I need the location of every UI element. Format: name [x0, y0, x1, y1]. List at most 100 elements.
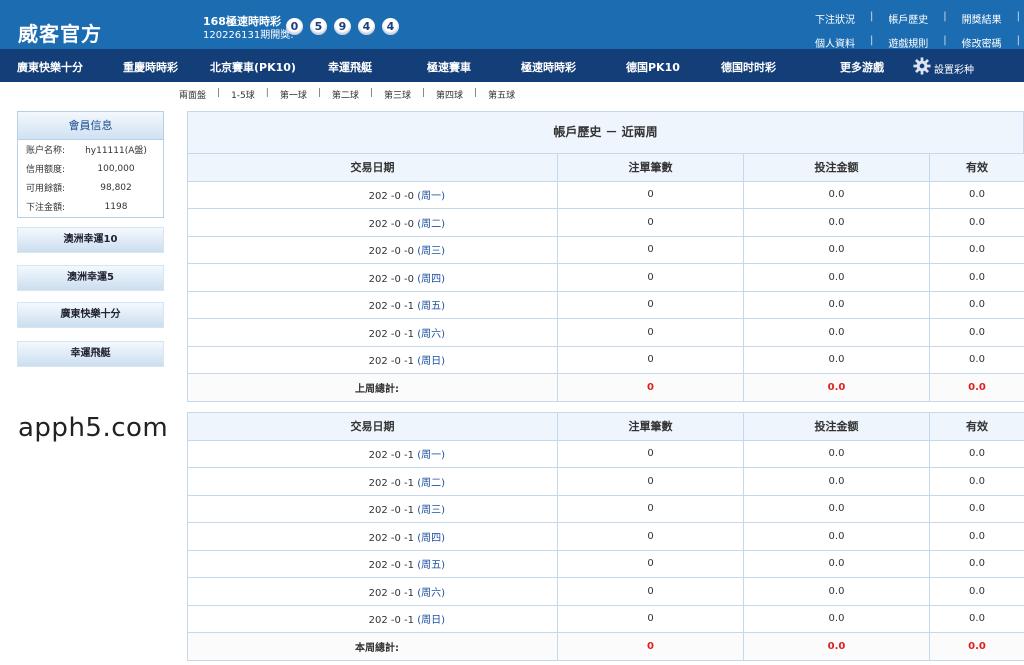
side-button-gd-klsf[interactable]: 廣東快樂十分 [17, 302, 164, 328]
table-row: 202 -0 -1 (周一) 0 0.0 0.0 [187, 439, 1024, 468]
row-count: 0 [557, 494, 744, 523]
nav-item-gd-klsf[interactable]: 廣東快樂十分 [17, 59, 83, 75]
row-count: 0 [557, 439, 744, 468]
tab-1-5-balls[interactable]: 1-5球 [227, 88, 259, 101]
nav-item-xyft[interactable]: 幸運飛艇 [328, 59, 372, 75]
row-weekday-link[interactable]: (周五) [417, 560, 445, 571]
table-row: 202 -0 -1 (周四) 0 0.0 0.0 [187, 522, 1024, 551]
link-draw-results[interactable]: 開獎結果 [962, 11, 1002, 26]
row-valid: 0.0 [929, 263, 1024, 292]
row-weekday-link[interactable]: (周二) [417, 478, 445, 489]
nav-item-more-games[interactable]: 更多游戲 [840, 59, 884, 75]
tab-ball-5[interactable]: 第五球 [484, 88, 519, 101]
row-weekday-link[interactable]: (周六) [417, 329, 445, 340]
row-amount: 0.0 [743, 180, 930, 209]
side-button-xyft[interactable]: 幸運飛艇 [17, 341, 164, 367]
available-balance-value: 98,802 [100, 182, 132, 193]
total-row-this-week: 本周總計: 0 0.0 0.0 [187, 632, 1024, 661]
gear-icon[interactable] [913, 57, 931, 75]
row-weekday-link[interactable]: (周三) [417, 246, 445, 257]
row-weekday-link[interactable]: (周一) [417, 191, 445, 202]
row-count: 0 [557, 522, 744, 551]
row-weekday-link[interactable]: (周四) [417, 533, 445, 544]
row-valid: 0.0 [929, 290, 1024, 319]
row-weekday-link[interactable]: (周五) [417, 301, 445, 312]
account-name-label: 账户名称: [26, 146, 66, 156]
col-header-amount: 投注金额 [743, 153, 930, 182]
side-button-au-lucky5[interactable]: 澳洲幸運5 [17, 265, 164, 291]
row-count: 0 [557, 208, 744, 237]
link-account-history[interactable]: 帳戶歷史 [888, 11, 928, 26]
tab-ball-3[interactable]: 第三球 [380, 88, 415, 101]
member-info-list: 账户名称: hy11111(A盤) 信用额度: 100,000 可用餘額: 98,80… [18, 140, 163, 216]
result-ball: 4 [358, 18, 375, 35]
result-ball: 5 [310, 18, 327, 35]
link-change-password[interactable]: 修改密碼 [962, 35, 1002, 50]
draw-number: 120226131期開獎: [203, 30, 294, 41]
total-valid: 0.0 [929, 632, 1024, 661]
tab-ball-1[interactable]: 第一球 [276, 88, 311, 101]
table-row: 202 -0 -1 (周六) 0 0.0 0.0 [187, 318, 1024, 347]
row-weekday-link[interactable]: (周日) [417, 615, 445, 626]
result-ball: 0 [286, 18, 303, 35]
lottery-nav: 廣東快樂十分 重慶時時彩 北京賽車(PK10) 幸運飛艇 極速賽車 極速時時彩 … [0, 49, 1024, 82]
row-weekday-link[interactable]: (周日) [417, 356, 445, 367]
credit-limit-label: 信用额度: [26, 165, 66, 175]
nav-item-de-pk10[interactable]: 德国PK10 [626, 59, 680, 75]
table-row: 202 -0 -1 (周五) 0 0.0 0.0 [187, 549, 1024, 578]
col-header-date: 交易日期 [187, 153, 558, 182]
nav-item-jisu-ssc[interactable]: 極速時時彩 [521, 59, 576, 75]
row-date: 202 -0 -0 [368, 273, 414, 285]
table-row: 202 -0 -1 (周日) 0 0.0 0.0 [187, 604, 1024, 633]
row-count: 0 [557, 604, 744, 633]
row-valid: 0.0 [929, 522, 1024, 551]
separator: | [869, 35, 874, 46]
tab-ball-2[interactable]: 第二球 [328, 88, 363, 101]
row-date: 202 -0 -1 [368, 505, 414, 517]
tab-ball-4[interactable]: 第四球 [432, 88, 467, 101]
row-valid: 0.0 [929, 439, 1024, 468]
row-valid: 0.0 [929, 604, 1024, 633]
account-history-panel-last-week: 帳戶歷史 － 近兩周 交易日期 注單筆數 投注金额 有效 202 -0 -0 (… [187, 111, 1024, 402]
site-logo[interactable]: 威客官方 [18, 18, 102, 47]
history-table: 交易日期 注單筆數 投注金额 有效 202 -0 -0 (周一) 0 0.0 0.0 … [187, 153, 1024, 402]
member-info-box: 會員信息 账户名称: hy11111(A盤) 信用额度: 100,000 可用餘額:… [17, 111, 164, 218]
col-header-amount: 投注金额 [743, 412, 930, 441]
nav-item-bj-pk10[interactable]: 北京賽車(PK10) [210, 59, 296, 75]
side-button-au-lucky10[interactable]: 澳洲幸運10 [17, 227, 164, 253]
nav-item-de-ssc[interactable]: 德国时时彩 [721, 59, 776, 75]
separator: | [943, 35, 947, 46]
row-weekday-link[interactable]: (周三) [417, 505, 445, 516]
history-table: 交易日期 注單筆數 投注金额 有效 202 -0 -1 (周一) 0 0.0 0.0 … [187, 412, 1024, 661]
table-row: 202 -0 -0 (周二) 0 0.0 0.0 [187, 208, 1024, 237]
account-name-value: hy11111(A盤) [85, 146, 147, 156]
total-valid: 0.0 [929, 373, 1024, 402]
link-bet-status[interactable]: 下注狀況 [815, 11, 855, 26]
row-weekday-link[interactable]: (周二) [417, 219, 445, 230]
row-valid: 0.0 [929, 549, 1024, 578]
link-profile[interactable]: 個人資料 [815, 35, 855, 50]
member-info-title: 會員信息 [18, 112, 163, 140]
nav-item-cq-ssc[interactable]: 重慶時時彩 [123, 59, 178, 75]
row-amount: 0.0 [743, 208, 930, 237]
nav-item-jisu-saiche[interactable]: 極速賽車 [427, 59, 471, 75]
total-label: 本周總計: [187, 632, 558, 661]
total-amount: 0.0 [743, 632, 930, 661]
row-weekday-link[interactable]: (周一) [417, 450, 445, 461]
row-count: 0 [557, 467, 744, 496]
row-count: 0 [557, 290, 744, 319]
total-amount: 0.0 [743, 373, 930, 402]
row-weekday-link[interactable]: (周六) [417, 588, 445, 599]
row-count: 0 [557, 549, 744, 578]
row-amount: 0.0 [743, 522, 930, 551]
row-count: 0 [557, 180, 744, 209]
top-header: 威客官方 168極速時時彩 120226131期開獎: 0 5 9 4 4 下注… [0, 0, 1024, 50]
row-weekday-link[interactable]: (周四) [417, 274, 445, 285]
row-date: 202 -0 -1 [368, 356, 414, 368]
tab-two-sides[interactable]: 兩面盤 [175, 88, 210, 101]
row-valid: 0.0 [929, 208, 1024, 237]
settings-label[interactable]: 設置彩种 [934, 61, 974, 76]
row-date: 202 -0 -0 [368, 246, 414, 258]
link-game-rules[interactable]: 遊戲規則 [888, 35, 928, 50]
table-row: 202 -0 -1 (周五) 0 0.0 0.0 [187, 290, 1024, 319]
